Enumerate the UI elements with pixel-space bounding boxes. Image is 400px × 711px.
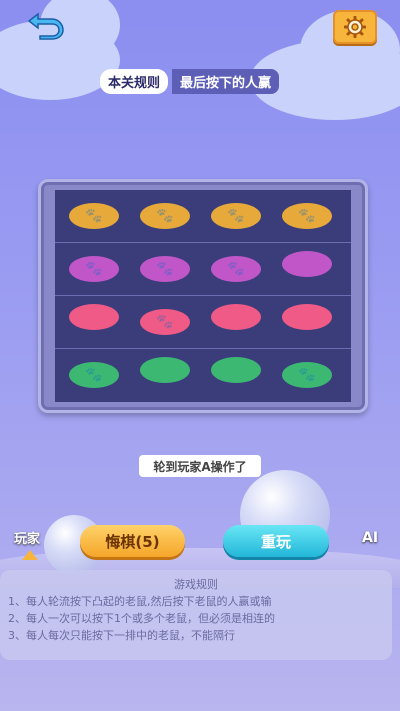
paw-print-icon: 🐾 — [156, 314, 174, 330]
board-row: 🐾 — [55, 296, 351, 349]
rules-title: 游戏规则 — [174, 578, 218, 591]
undo-button[interactable]: 悔棋(5) — [80, 525, 185, 557]
raised-mole-button[interactable] — [140, 357, 190, 383]
board-grid: 🐾 🐾 🐾 🐾 🐾 🐾 🐾 🐾 🐾 🐾 — [55, 190, 351, 402]
back-button[interactable] — [26, 10, 68, 40]
raised-mole-button[interactable] — [211, 304, 261, 330]
raised-mole-button[interactable] — [69, 304, 119, 330]
raised-mole-button[interactable] — [211, 357, 261, 383]
pressed-mole-button[interactable]: 🐾 — [69, 256, 119, 282]
board-row: 🐾 🐾 🐾 — [55, 243, 351, 296]
ai-label: AI — [362, 530, 379, 546]
rule-tag: 本关规则 — [100, 68, 169, 94]
pressed-mole-button[interactable]: 🐾 — [69, 362, 119, 388]
paw-print-icon: 🐾 — [156, 261, 174, 277]
paw-print-icon: 🐾 — [85, 208, 103, 224]
rules-line: 2、每人一次可以按下1个或多个老鼠，但必须是相连的 — [8, 612, 275, 625]
settings-button[interactable] — [333, 10, 377, 44]
player-turn-indicator-icon — [22, 550, 38, 560]
rules-line: 1、每人轮流按下凸起的老鼠,然后按下老鼠的人赢或输 — [8, 595, 272, 608]
turn-status: 轮到玩家A操作了 — [139, 455, 261, 477]
level-rule-banner: 本关规则 最后按下的人赢 — [100, 68, 280, 94]
player-label: 玩家 — [14, 532, 41, 547]
paw-print-icon: 🐾 — [227, 261, 245, 277]
restart-button[interactable]: 重玩 — [223, 525, 329, 557]
raised-mole-button[interactable] — [282, 304, 332, 330]
paw-print-icon: 🐾 — [85, 367, 103, 383]
rules-line: 3、每人每次只能按下一排中的老鼠，不能隔行 — [8, 629, 235, 642]
back-arrow-icon — [27, 12, 64, 40]
paw-print-icon: 🐾 — [298, 208, 316, 224]
pressed-mole-button[interactable]: 🐾 — [282, 362, 332, 388]
gear-icon — [344, 16, 366, 38]
pressed-mole-button[interactable]: 🐾 — [282, 203, 332, 229]
paw-print-icon: 🐾 — [298, 367, 316, 383]
pressed-mole-button[interactable]: 🐾 — [140, 309, 190, 335]
rules-panel: 游戏规则 1、每人轮流按下凸起的老鼠,然后按下老鼠的人赢或输 2、每人一次可以按… — [0, 570, 392, 660]
pressed-mole-button[interactable]: 🐾 — [140, 203, 190, 229]
board-row: 🐾 🐾 🐾 🐾 — [55, 190, 351, 243]
pressed-mole-button[interactable]: 🐾 — [211, 256, 261, 282]
paw-print-icon: 🐾 — [156, 208, 174, 224]
pressed-mole-button[interactable]: 🐾 — [211, 203, 261, 229]
rule-text: 最后按下的人赢 — [172, 68, 280, 94]
paw-print-icon: 🐾 — [227, 208, 245, 224]
game-board: 🐾 🐾 🐾 🐾 🐾 🐾 🐾 🐾 🐾 🐾 — [38, 179, 368, 413]
pressed-mole-button[interactable]: 🐾 — [140, 256, 190, 282]
pressed-mole-button[interactable]: 🐾 — [69, 203, 119, 229]
raised-mole-button[interactable] — [282, 251, 332, 277]
board-row: 🐾 🐾 — [55, 349, 351, 401]
paw-print-icon: 🐾 — [85, 261, 103, 277]
